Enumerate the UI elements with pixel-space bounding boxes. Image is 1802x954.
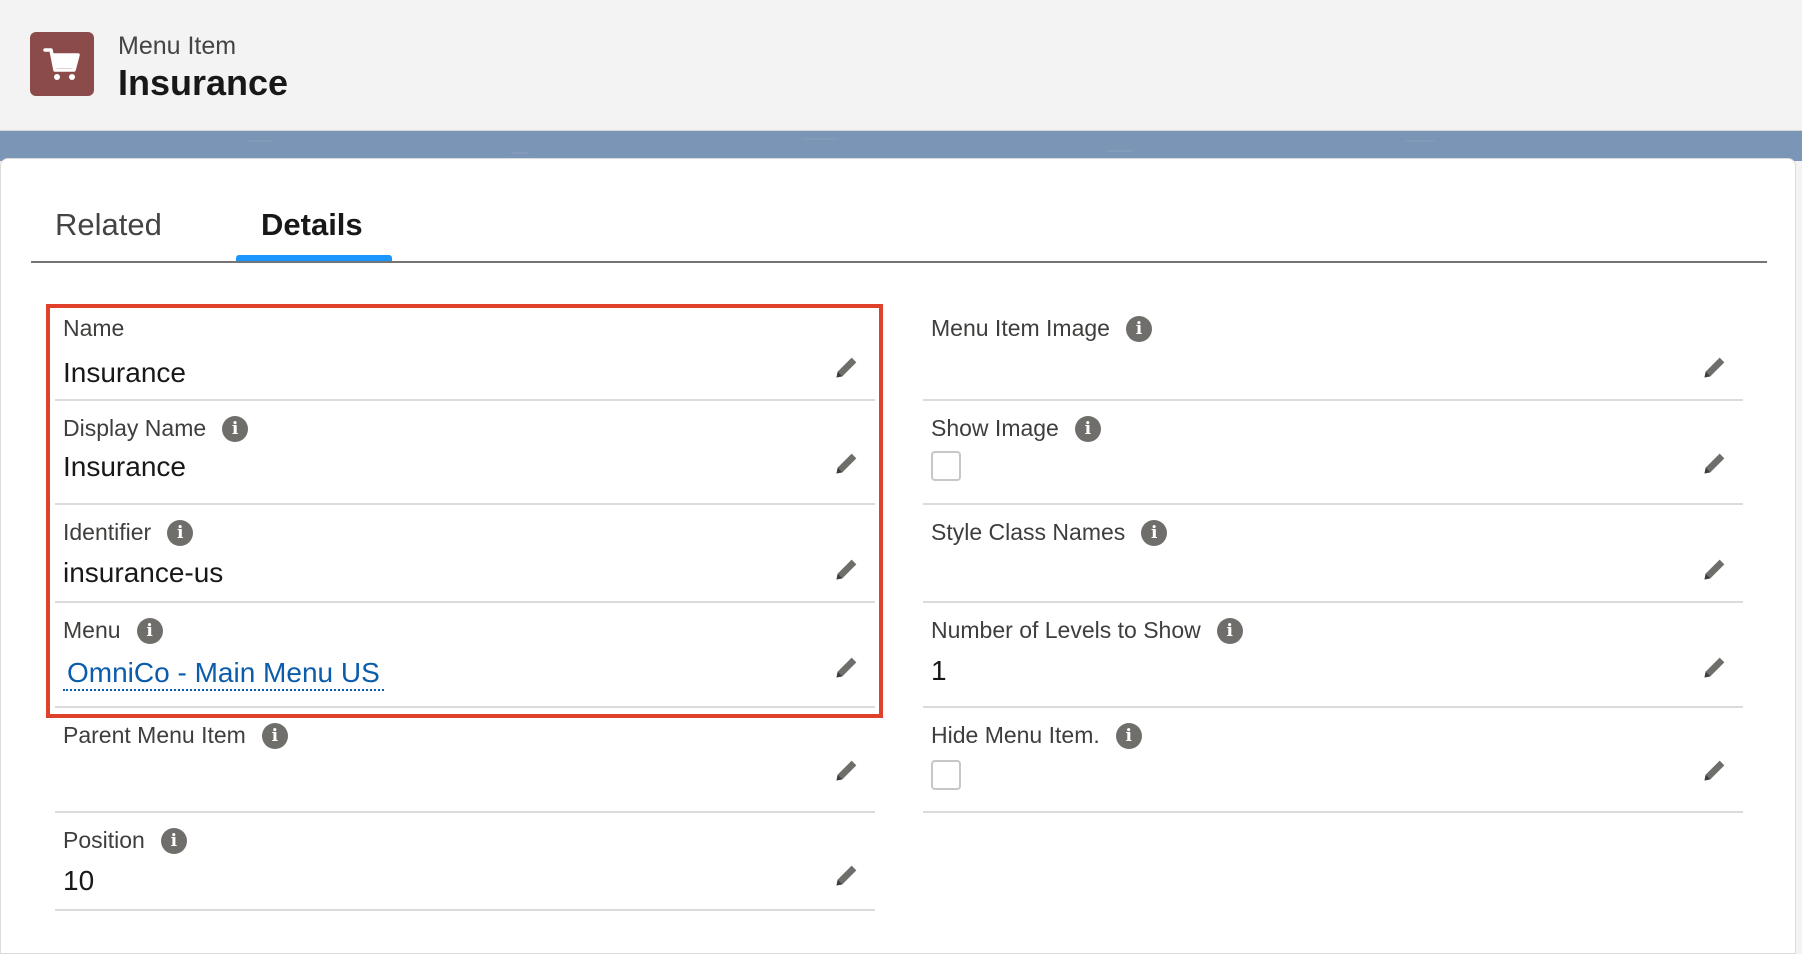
field-value: insurance-us	[63, 557, 224, 588]
details-card: Related Details Name Insurance Display N…	[0, 158, 1796, 954]
field-label: Parent Menu Item i	[63, 722, 288, 749]
tab-bar: Related Details	[31, 159, 1767, 263]
pencil-icon[interactable]	[1699, 447, 1731, 479]
info-icon[interactable]: i	[136, 617, 163, 644]
menu-link[interactable]: OmniCo - Main Menu US	[63, 657, 384, 691]
pencil-icon[interactable]	[1699, 651, 1731, 683]
field-label: Number of Levels to Show i	[931, 617, 1243, 644]
field-hide-menu-item: Hide Menu Item. i	[923, 708, 1743, 813]
field-label: Display Name i	[63, 415, 249, 442]
pencil-icon[interactable]	[1699, 553, 1731, 585]
info-icon[interactable]: i	[1216, 617, 1243, 644]
field-show-image: Show Image i	[923, 401, 1743, 505]
field-value: 10	[63, 865, 95, 896]
field-name: Name Insurance	[55, 301, 875, 401]
cart-icon	[30, 32, 94, 96]
object-type-label: Menu Item	[118, 32, 237, 60]
pencil-icon[interactable]	[831, 447, 863, 479]
hide-menu-item-checkbox[interactable]	[931, 760, 961, 790]
info-icon[interactable]: i	[261, 722, 288, 749]
field-label: Identifier i	[63, 519, 194, 546]
field-display-name: Display Name i Insurance	[55, 401, 875, 505]
info-icon[interactable]: i	[167, 519, 194, 546]
field-value: 1	[931, 655, 947, 686]
field-parent-menu-item: Parent Menu Item i	[55, 708, 875, 813]
pencil-icon[interactable]	[831, 553, 863, 585]
field-menu: Menu i OmniCo - Main Menu US	[55, 603, 875, 708]
show-image-checkbox[interactable]	[931, 451, 961, 481]
field-label: Position i	[63, 827, 187, 854]
info-icon[interactable]: i	[160, 827, 187, 854]
field-position: Position i 10	[55, 813, 875, 911]
field-menu-item-image: Menu Item Image i	[923, 301, 1743, 401]
info-icon[interactable]: i	[1125, 315, 1152, 342]
info-icon[interactable]: i	[1074, 415, 1101, 442]
field-value: OmniCo - Main Menu US	[63, 657, 384, 691]
record-title: Insurance	[118, 62, 289, 103]
field-label: Menu i	[63, 617, 163, 644]
info-icon[interactable]: i	[1141, 519, 1168, 546]
record-header: Menu Item Insurance	[0, 0, 1802, 131]
pencil-icon[interactable]	[831, 651, 863, 683]
field-label: Name	[63, 315, 125, 341]
field-label: Show Image i	[931, 415, 1101, 442]
pencil-icon[interactable]	[1699, 754, 1731, 786]
field-identifier: Identifier i insurance-us	[55, 505, 875, 603]
pencil-icon[interactable]	[1699, 351, 1731, 383]
info-icon[interactable]: i	[1115, 722, 1142, 749]
field-value: Insurance	[63, 451, 186, 482]
field-label: Hide Menu Item. i	[931, 722, 1142, 749]
field-value: Insurance	[63, 357, 186, 388]
field-number-of-levels: Number of Levels to Show i 1	[923, 603, 1743, 708]
pencil-icon[interactable]	[831, 351, 863, 383]
tab-details[interactable]: Details	[261, 207, 363, 243]
decorative-banner	[0, 131, 1802, 161]
tab-related[interactable]: Related	[55, 207, 162, 243]
info-icon[interactable]: i	[222, 415, 249, 442]
active-tab-indicator	[236, 255, 392, 261]
field-style-class-names: Style Class Names i	[923, 505, 1743, 603]
field-label: Style Class Names i	[931, 519, 1168, 546]
field-label: Menu Item Image i	[931, 315, 1152, 342]
pencil-icon[interactable]	[831, 754, 863, 786]
pencil-icon[interactable]	[831, 859, 863, 891]
